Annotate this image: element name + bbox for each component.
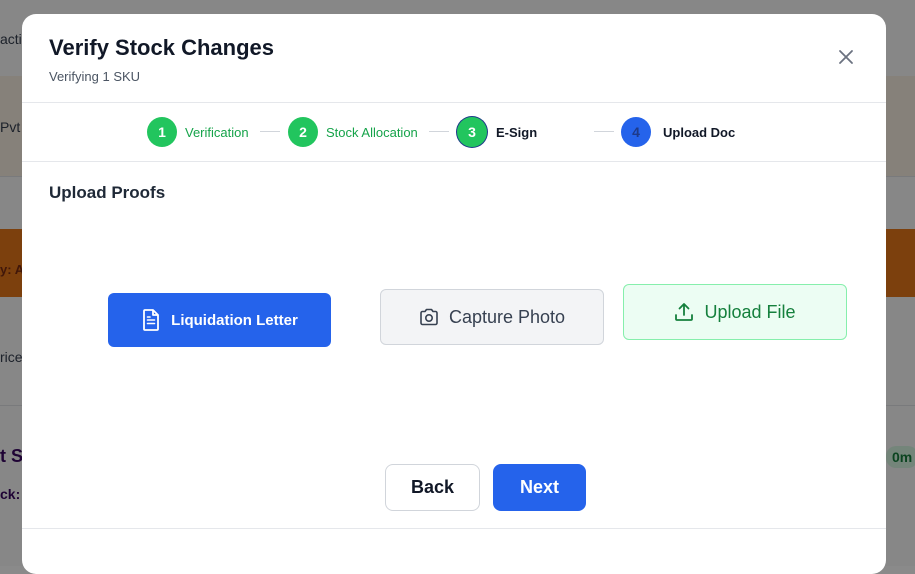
upload-file-label: Upload File xyxy=(704,301,796,322)
verify-stock-modal: Verify Stock Changes Verifying 1 SKU 1 V… xyxy=(22,14,886,574)
step-1-label: Verification xyxy=(185,125,249,140)
step-connector xyxy=(260,131,280,132)
modal-subtitle: Verifying 1 SKU xyxy=(49,69,141,84)
next-button[interactable]: Next xyxy=(493,464,586,511)
step-connector xyxy=(429,131,449,132)
liquidation-letter-button[interactable]: Liquidation Letter xyxy=(108,293,331,347)
step-3-label: E-Sign xyxy=(496,125,538,140)
step-4-circle: 4 xyxy=(621,117,651,147)
document-icon xyxy=(143,309,160,331)
step-2-circle: 2 xyxy=(288,117,318,147)
camera-icon xyxy=(420,308,438,326)
step-connector xyxy=(594,131,614,132)
step-2-label: Stock Allocation xyxy=(326,125,418,140)
upload-icon xyxy=(675,303,694,321)
upload-file-button[interactable]: Upload File xyxy=(623,284,847,340)
step-4-label: Upload Doc xyxy=(663,125,736,140)
modal-title: Verify Stock Changes xyxy=(49,35,274,60)
footer-divider xyxy=(22,528,886,529)
step-3-circle: 3 xyxy=(457,117,487,147)
header-divider xyxy=(22,102,886,103)
step-1-circle: 1 xyxy=(147,117,177,147)
close-icon xyxy=(839,50,853,64)
close-button[interactable] xyxy=(834,45,858,69)
capture-photo-label: Capture Photo xyxy=(448,306,566,327)
back-button[interactable]: Back xyxy=(385,464,480,511)
stepper-divider xyxy=(22,161,886,162)
capture-photo-button[interactable]: Capture Photo xyxy=(380,289,604,345)
liquidation-letter-label: Liquidation Letter xyxy=(171,311,298,329)
section-title: Upload Proofs xyxy=(49,183,166,202)
